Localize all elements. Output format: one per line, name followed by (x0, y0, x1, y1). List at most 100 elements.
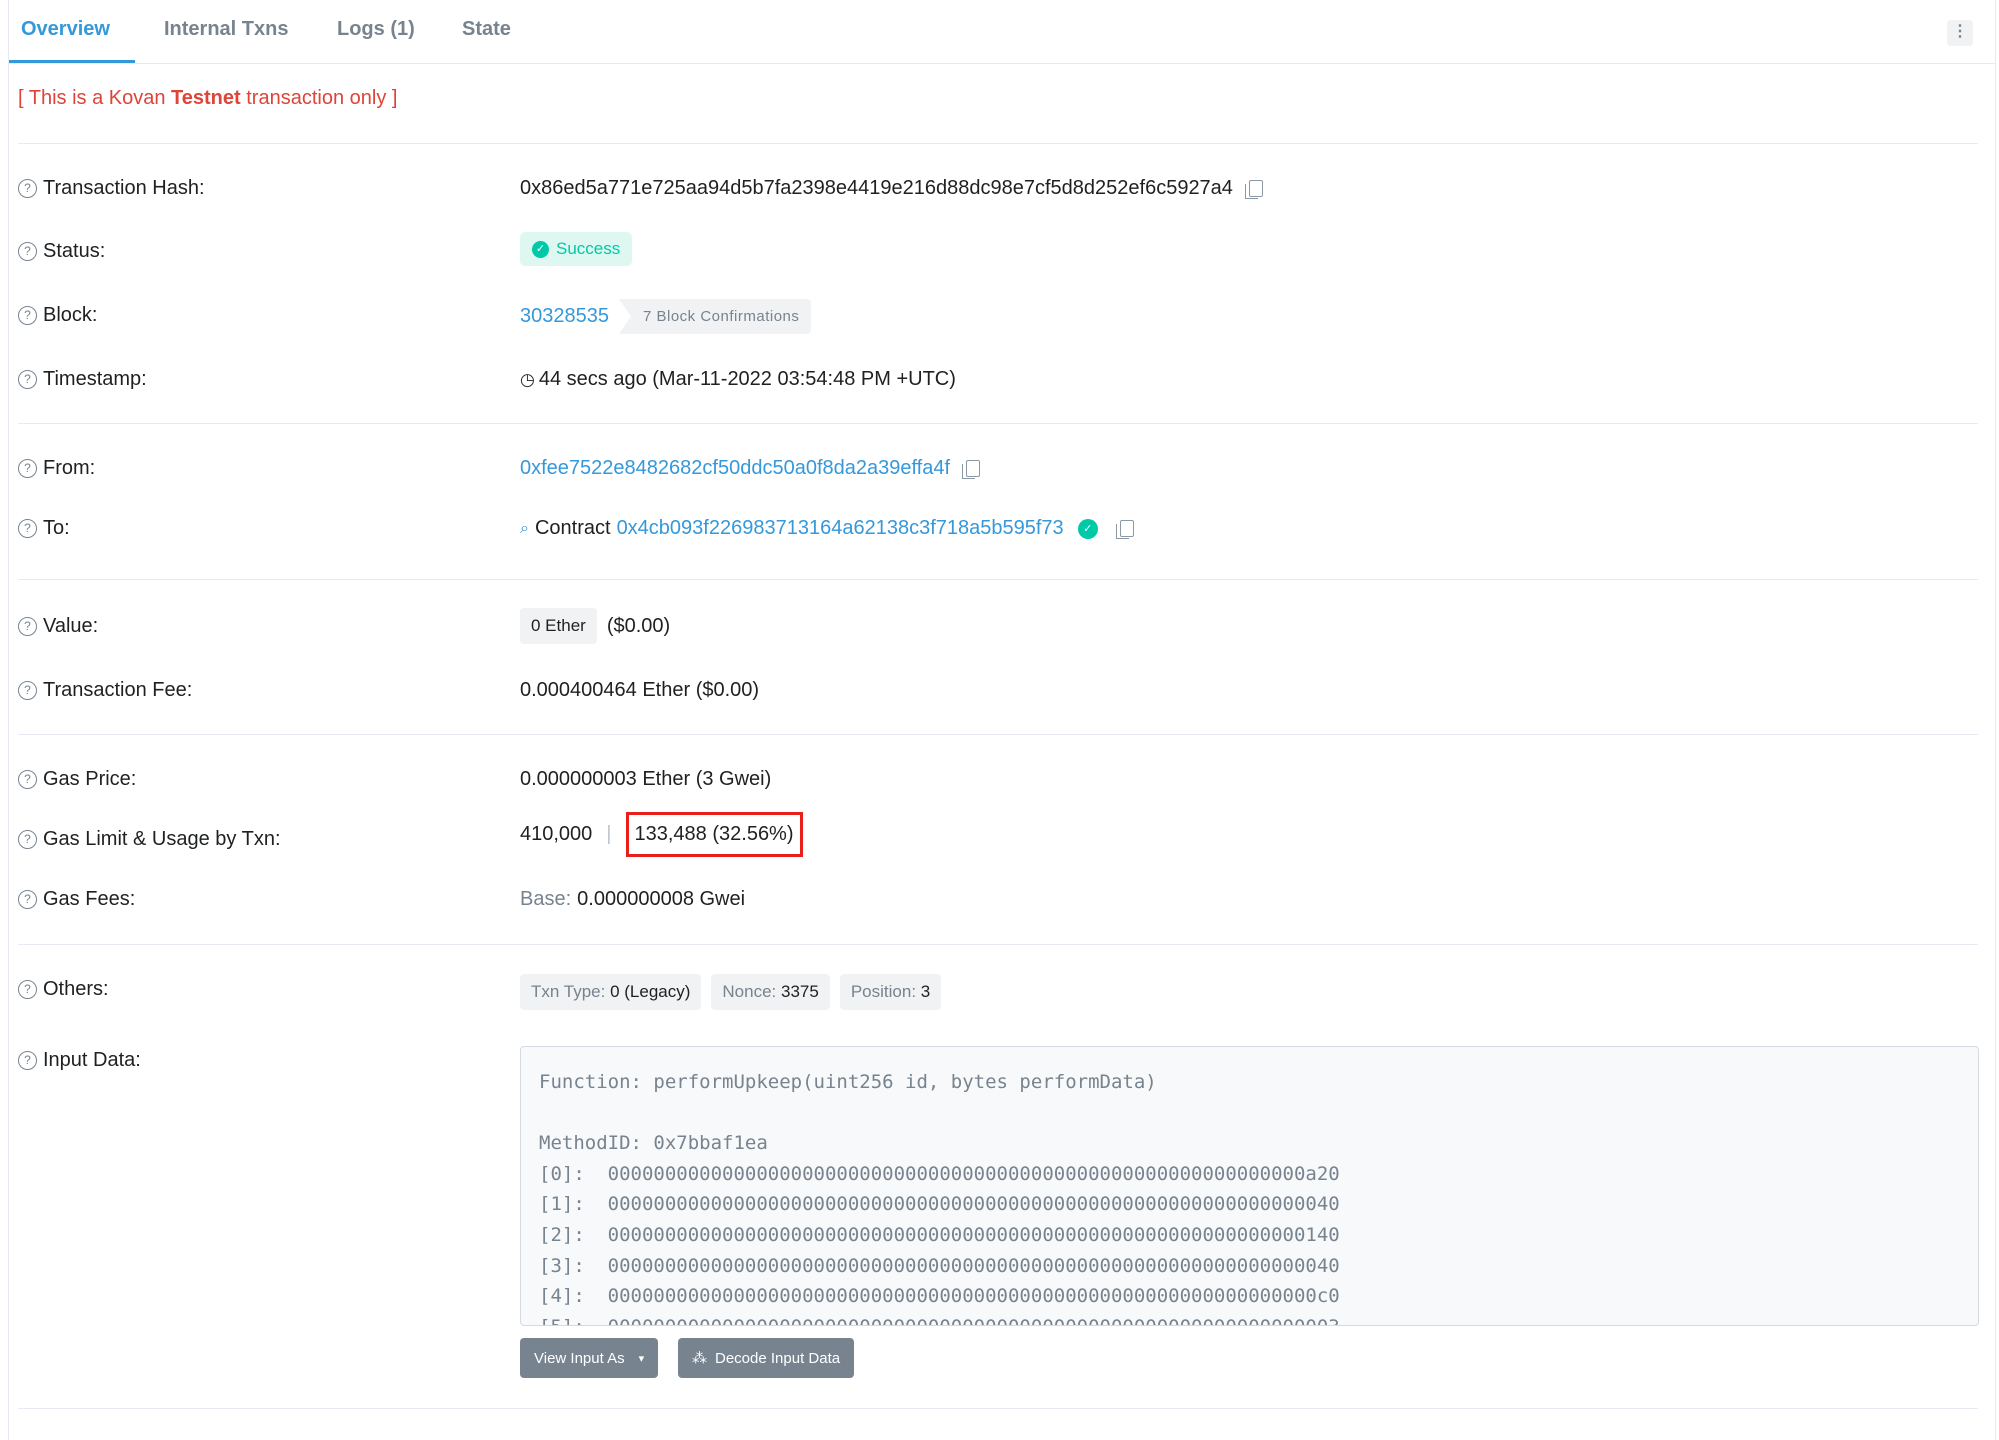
help-icon[interactable]: ? (18, 242, 37, 261)
badge-value: 3375 (781, 982, 819, 1001)
gas-fees-label: ? Gas Fees: (18, 888, 135, 911)
confirmations-badge: 7 Block Confirmations (618, 299, 812, 334)
badge-key: Position: (850, 982, 917, 1001)
divider (18, 944, 1978, 945)
input-data-textarea[interactable]: Function: performUpkeep(uint256 id, byte… (520, 1046, 1979, 1326)
others-value: Txn Type: 0 (Legacy) Nonce: 3375 Positio… (520, 974, 942, 1010)
label-text: Value: (43, 615, 99, 637)
label-text: Gas Fees: (43, 888, 136, 910)
decode-input-button[interactable]: ⁂ Decode Input Data (678, 1338, 855, 1378)
status-text: Success (556, 239, 621, 258)
tab-logs[interactable]: Logs (1) (337, 18, 415, 41)
help-icon[interactable]: ? (18, 681, 37, 700)
button-label: View Input As (534, 1349, 625, 1367)
cubes-icon: ⁂ (692, 1350, 707, 1367)
tab-bar: Overview Internal Txns Logs (1) State ⋮ (9, 0, 1995, 64)
gas-limit-label: ? Gas Limit & Usage by Txn: (18, 828, 281, 851)
help-icon[interactable]: ? (18, 370, 37, 389)
help-icon[interactable]: ? (18, 980, 37, 999)
gas-price-value: 0.000000003 Ether (3 Gwei) (520, 768, 771, 791)
block-link[interactable]: 30328535 (520, 305, 609, 328)
active-tab-indicator (9, 60, 135, 63)
from-label: ? From: (18, 457, 95, 480)
chevron-down-icon: ▾ (638, 1352, 645, 1365)
tab-internal-txns[interactable]: Internal Txns (164, 18, 288, 41)
timestamp-label: ? Timestamp: (18, 368, 147, 391)
tab-state[interactable]: State (462, 18, 511, 41)
copy-icon[interactable] (962, 460, 981, 479)
from-address-link[interactable]: 0xfee7522e8482682cf50ddc50a0f8da2a39effa… (520, 457, 950, 480)
separator: | (606, 823, 612, 845)
badge-value: 3 (920, 982, 931, 1001)
badge-value: 0 (Legacy) (610, 982, 691, 1001)
badge-key: Txn Type: (531, 982, 606, 1001)
block-value: 30328535 7 Block Confirmations (520, 299, 812, 334)
copy-icon[interactable] (1115, 520, 1134, 539)
view-input-as-dropdown[interactable]: View Input As ▾ (520, 1338, 659, 1378)
gas-usage-highlighted: 133,488 (32.56%) (625, 812, 803, 857)
label-text: Others: (43, 978, 109, 1000)
contract-label: Contract (534, 517, 611, 539)
gas-price-text: 0.000000003 Ether (3 Gwei) (520, 768, 772, 790)
gas-fees-value: Base: 0.000000008 Gwei (520, 888, 745, 911)
status-value: ✓ Success (520, 232, 633, 266)
base-fee: 0.000000008 Gwei (577, 888, 746, 910)
help-icon[interactable]: ? (18, 306, 37, 325)
timestamp-text: 44 secs ago (Mar-11-2022 03:54:48 PM +UT… (538, 368, 956, 390)
timestamp-value: ◷ 44 secs ago (Mar-11-2022 03:54:48 PM +U… (520, 368, 956, 391)
fee-value: 0.000400464 Ether ($0.00) (520, 679, 759, 702)
divider (18, 423, 1978, 424)
search-contract-icon[interactable]: ⌕ (520, 520, 529, 538)
divider (18, 734, 1978, 735)
help-icon[interactable]: ? (18, 459, 37, 478)
label-text: Block: (43, 304, 98, 326)
help-icon[interactable]: ? (18, 519, 37, 538)
usd-value: ($0.00) (606, 614, 671, 637)
tab-overview[interactable]: Overview (21, 18, 110, 41)
label-text: Status: (43, 240, 106, 262)
to-address-link[interactable]: 0x4cb093f226983713164a62138c3f718a5b595f… (617, 517, 1064, 540)
to-label: ? To: (18, 517, 70, 540)
notice-bold: Testnet (171, 87, 241, 109)
divider (18, 143, 1978, 144)
value-label: ? Value: (18, 615, 98, 638)
label-text: Gas Limit & Usage by Txn: (43, 828, 281, 850)
nonce-badge: Nonce: 3375 (711, 974, 830, 1010)
base-label: Base: (520, 888, 572, 910)
block-label: ? Block: (18, 304, 97, 327)
clock-icon: ◷ (520, 369, 535, 389)
txn-type-badge: Txn Type: 0 (Legacy) (520, 974, 702, 1010)
button-label: Decode Input Data (715, 1349, 841, 1367)
label-text: Transaction Fee: (43, 679, 193, 701)
position-badge: Position: 3 (839, 974, 942, 1010)
label-text: From: (43, 457, 96, 479)
label-text: To: (43, 517, 70, 539)
help-icon[interactable]: ? (18, 617, 37, 636)
fee-text: 0.000400464 Ether ($0.00) (520, 679, 760, 701)
status-label: ? Status: (18, 240, 105, 263)
copy-icon[interactable] (1244, 180, 1263, 199)
help-icon[interactable]: ? (18, 1051, 37, 1070)
label-text: Transaction Hash: (43, 177, 205, 199)
divider (18, 1408, 1978, 1409)
others-label: ? Others: (18, 978, 109, 1001)
from-value: 0xfee7522e8482682cf50ddc50a0f8da2a39effa… (520, 457, 981, 480)
ether-amount-badge: 0 Ether (520, 608, 597, 644)
notice-text: [ This is a Kovan (18, 87, 172, 109)
badge-key: Nonce: (722, 982, 777, 1001)
label-text: Input Data: (43, 1049, 141, 1071)
to-value: ⌕ Contract 0x4cb093f226983713164a62138c3f7… (520, 517, 1134, 540)
gas-limit-value: 410,000 | 133,488 (32.56%) (520, 812, 803, 857)
verified-icon: ✓ (1077, 518, 1098, 539)
help-icon[interactable]: ? (18, 890, 37, 909)
check-circle-icon: ✓ (532, 240, 549, 258)
testnet-notice: [ This is a Kovan Testnet transaction on… (18, 87, 397, 110)
help-icon[interactable]: ? (18, 770, 37, 789)
help-icon[interactable]: ? (18, 179, 37, 198)
more-options-icon[interactable]: ⋮ (1947, 20, 1973, 46)
input-data-label: ? Input Data: (18, 1049, 141, 1072)
label-text: Timestamp: (43, 368, 147, 390)
divider (18, 579, 1978, 580)
status-badge: ✓ Success (520, 232, 633, 266)
help-icon[interactable]: ? (18, 830, 37, 849)
